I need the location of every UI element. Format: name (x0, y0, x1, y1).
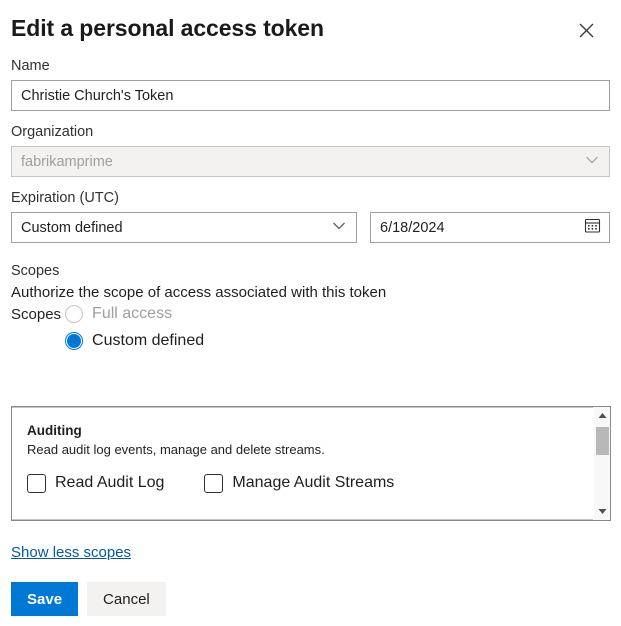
organization-label: Organization (11, 122, 610, 142)
expiration-label: Expiration (UTC) (11, 188, 610, 208)
close-button[interactable] (572, 16, 600, 44)
scope-checkbox-row: Read Audit Log Manage Audit Streams (27, 473, 593, 493)
radio-icon (65, 305, 83, 323)
save-button[interactable]: Save (11, 582, 78, 616)
expiration-preset-select[interactable]: Custom defined (11, 212, 357, 243)
expiration-preset-wrap: Custom defined (11, 212, 357, 243)
organization-select-wrap: fabrikamprime (11, 146, 610, 177)
organization-select: fabrikamprime (11, 146, 610, 177)
expiration-row: Custom defined (0, 212, 621, 243)
scope-group-title: Auditing (27, 422, 593, 440)
checkbox-icon[interactable] (27, 474, 46, 493)
name-label: Name (11, 56, 610, 76)
checkbox-label: Read Audit Log (55, 473, 164, 493)
expiration-date-input[interactable] (370, 212, 610, 243)
scope-list-box: Auditing Read audit log events, manage a… (11, 406, 611, 521)
expiration-field-group: Expiration (UTC) (0, 188, 621, 208)
scroll-down-arrow-icon[interactable] (594, 503, 611, 520)
name-input[interactable] (11, 80, 610, 111)
cancel-button[interactable]: Cancel (87, 582, 166, 616)
dialog-actions: Save Cancel (11, 582, 166, 616)
radio-label: Custom defined (92, 331, 204, 351)
checkbox-manage-audit-streams[interactable]: Manage Audit Streams (204, 473, 394, 493)
scopes-description: Authorize the scope of access associated… (11, 282, 610, 303)
checkbox-read-audit-log[interactable]: Read Audit Log (27, 473, 164, 493)
scopes-section: Scopes Authorize the scope of access ass… (0, 261, 621, 303)
radio-option-full-access: Full access (65, 304, 204, 324)
radio-option-custom-defined[interactable]: Custom defined (65, 331, 204, 351)
scope-group-description: Read audit log events, manage and delete… (27, 441, 593, 459)
scopes-title: Scopes (11, 261, 610, 282)
checkbox-icon[interactable] (204, 474, 223, 493)
scope-list-content: Auditing Read audit log events, manage a… (12, 407, 593, 520)
close-icon (579, 23, 594, 38)
scope-list-scrollbar[interactable] (593, 407, 610, 520)
scopes-radio-options: Full access Custom defined (65, 304, 204, 351)
page-title: Edit a personal access token (11, 13, 324, 43)
radio-icon-selected[interactable] (65, 332, 83, 350)
organization-field-group: Organization fabrikamprime (0, 122, 621, 177)
dialog-header: Edit a personal access token (0, 0, 621, 56)
checkbox-label: Manage Audit Streams (232, 473, 394, 493)
edit-pat-dialog: Edit a personal access token Name Organi… (0, 0, 621, 626)
calendar-icon[interactable] (584, 217, 601, 239)
scroll-up-arrow-icon[interactable] (594, 407, 611, 424)
expiration-date-wrap (370, 212, 610, 243)
name-field-group: Name (0, 56, 621, 111)
scopes-radio-group-label: Scopes (11, 304, 65, 351)
scopes-radio-group: Scopes Full access Custom defined (0, 304, 621, 351)
scrollbar-thumb[interactable] (596, 427, 609, 455)
show-less-scopes-link[interactable]: Show less scopes (11, 544, 131, 561)
radio-label: Full access (92, 304, 172, 324)
